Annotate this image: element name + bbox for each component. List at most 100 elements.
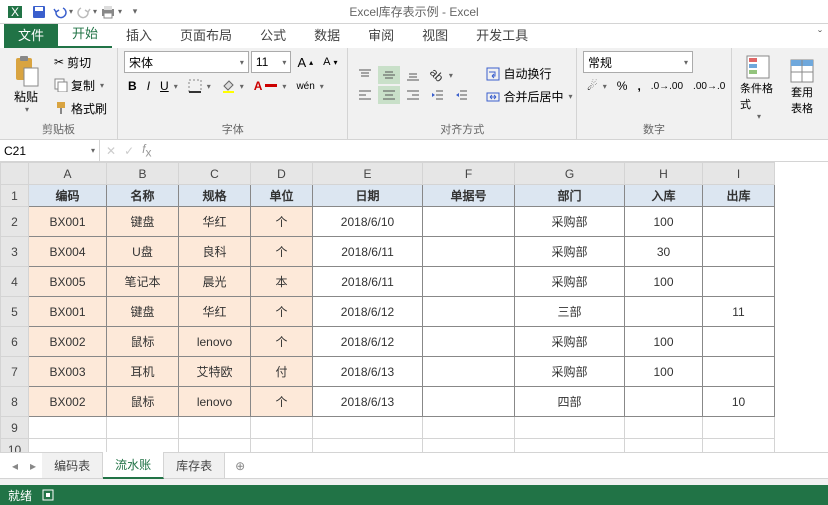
save-button[interactable] (28, 2, 50, 22)
format-table-button[interactable]: 套用 表格 (782, 51, 822, 123)
conditional-format-button[interactable]: 条件格式▾ (738, 51, 778, 123)
redo-button[interactable]: ▾ (76, 2, 98, 22)
row-header-8[interactable]: 8 (1, 387, 29, 417)
decrease-indent-button[interactable] (426, 86, 448, 104)
cell[interactable] (423, 237, 515, 267)
align-bottom-button[interactable] (402, 66, 424, 84)
cell[interactable]: 11 (703, 297, 775, 327)
cell[interactable]: 个 (251, 327, 313, 357)
cell[interactable]: BX003 (29, 357, 107, 387)
cell[interactable]: 采购部 (515, 327, 625, 357)
row-header-4[interactable]: 4 (1, 267, 29, 297)
col-header-H[interactable]: H (625, 163, 703, 185)
cell[interactable] (29, 439, 107, 453)
cell[interactable] (515, 439, 625, 453)
row-header-6[interactable]: 6 (1, 327, 29, 357)
name-box[interactable]: C21▾ (0, 140, 100, 161)
cancel-edit-button[interactable]: ✕ (106, 144, 116, 158)
cell[interactable] (625, 387, 703, 417)
tab-insert[interactable]: 插入 (112, 21, 166, 48)
fx-button[interactable]: fx (142, 142, 151, 159)
tab-data[interactable]: 数据 (300, 21, 354, 48)
cell[interactable] (107, 439, 179, 453)
cell[interactable] (251, 417, 313, 439)
bold-button[interactable]: B (124, 77, 141, 95)
cell[interactable]: 采购部 (515, 207, 625, 237)
cell[interactable]: BX005 (29, 267, 107, 297)
align-top-button[interactable] (354, 66, 376, 84)
cell[interactable]: 个 (251, 237, 313, 267)
paste-button[interactable]: 粘贴 ▾ (6, 51, 46, 119)
orientation-button[interactable]: ab▾ (426, 66, 456, 84)
wrap-text-button[interactable]: 自动换行 (482, 63, 576, 84)
font-color-button[interactable]: A▾ (250, 77, 291, 95)
cell[interactable]: 2018/6/13 (313, 357, 423, 387)
col-header-I[interactable]: I (703, 163, 775, 185)
sheet-nav-prev[interactable]: ◂ (6, 459, 24, 473)
table-header-cell[interactable]: 部门 (515, 185, 625, 207)
cell[interactable] (313, 417, 423, 439)
cell[interactable] (515, 417, 625, 439)
cell[interactable] (625, 297, 703, 327)
tab-view[interactable]: 视图 (408, 21, 462, 48)
cell[interactable]: 晨光 (179, 267, 251, 297)
sheet-tab-1[interactable]: 编码表 (42, 453, 103, 478)
cell[interactable]: BX001 (29, 297, 107, 327)
table-header-cell[interactable]: 单据号 (423, 185, 515, 207)
cell[interactable] (423, 297, 515, 327)
table-header-cell[interactable]: 单位 (251, 185, 313, 207)
align-center-button[interactable] (378, 86, 400, 104)
align-right-button[interactable] (402, 86, 424, 104)
cell[interactable]: 10 (703, 387, 775, 417)
cell[interactable] (179, 439, 251, 453)
copy-button[interactable]: 复制▾ (50, 75, 111, 96)
cell[interactable]: 华红 (179, 207, 251, 237)
tab-file[interactable]: 文件 (4, 21, 58, 48)
select-all-corner[interactable] (1, 163, 29, 185)
phonetic-button[interactable]: wén▾ (292, 79, 327, 94)
cell[interactable]: BX002 (29, 387, 107, 417)
increase-decimal-button[interactable]: .0→.00 (647, 79, 687, 94)
cell[interactable]: 键盘 (107, 207, 179, 237)
tab-page-layout[interactable]: 页面布局 (166, 21, 246, 48)
cell[interactable] (703, 267, 775, 297)
row-header-7[interactable]: 7 (1, 357, 29, 387)
cell[interactable]: 100 (625, 357, 703, 387)
cell[interactable]: 键盘 (107, 297, 179, 327)
increase-font-button[interactable]: A▴ (293, 53, 317, 72)
cell[interactable] (423, 387, 515, 417)
cell[interactable]: BX004 (29, 237, 107, 267)
row-header-2[interactable]: 2 (1, 207, 29, 237)
border-button[interactable]: ▾ (184, 77, 215, 95)
cell[interactable]: lenovo (179, 327, 251, 357)
table-header-cell[interactable]: 规格 (179, 185, 251, 207)
sheet-nav-next[interactable]: ▸ (24, 459, 42, 473)
decrease-decimal-button[interactable]: .00→.0 (689, 79, 729, 94)
cell[interactable]: 采购部 (515, 267, 625, 297)
row-header-1[interactable]: 1 (1, 185, 29, 207)
cell[interactable]: 2018/6/11 (313, 267, 423, 297)
qat-customize-button[interactable]: ▾ (124, 2, 146, 22)
cell[interactable]: 100 (625, 327, 703, 357)
cell[interactable] (423, 327, 515, 357)
cell[interactable]: 三部 (515, 297, 625, 327)
cell[interactable] (179, 417, 251, 439)
cell[interactable]: 鼠标 (107, 327, 179, 357)
cell[interactable] (423, 417, 515, 439)
worksheet-grid[interactable]: ABCDEFGHI1编码名称规格单位日期单据号部门入库出库2BX001键盘华红个… (0, 162, 775, 452)
cell[interactable]: 2018/6/12 (313, 297, 423, 327)
align-left-button[interactable] (354, 86, 376, 104)
cell[interactable]: 鼠标 (107, 387, 179, 417)
quick-print-button[interactable]: ▾ (100, 2, 122, 22)
col-header-E[interactable]: E (313, 163, 423, 185)
undo-button[interactable]: ▾ (52, 2, 74, 22)
cell[interactable]: 四部 (515, 387, 625, 417)
cut-button[interactable]: ✂剪切 (50, 52, 111, 73)
cell[interactable]: 艾特欧 (179, 357, 251, 387)
format-painter-button[interactable]: 格式刷 (50, 98, 111, 119)
accounting-format-button[interactable]: ☄▾ (583, 77, 611, 95)
cell[interactable]: 华红 (179, 297, 251, 327)
cell[interactable]: 100 (625, 207, 703, 237)
cell[interactable] (625, 439, 703, 453)
cell[interactable]: BX001 (29, 207, 107, 237)
